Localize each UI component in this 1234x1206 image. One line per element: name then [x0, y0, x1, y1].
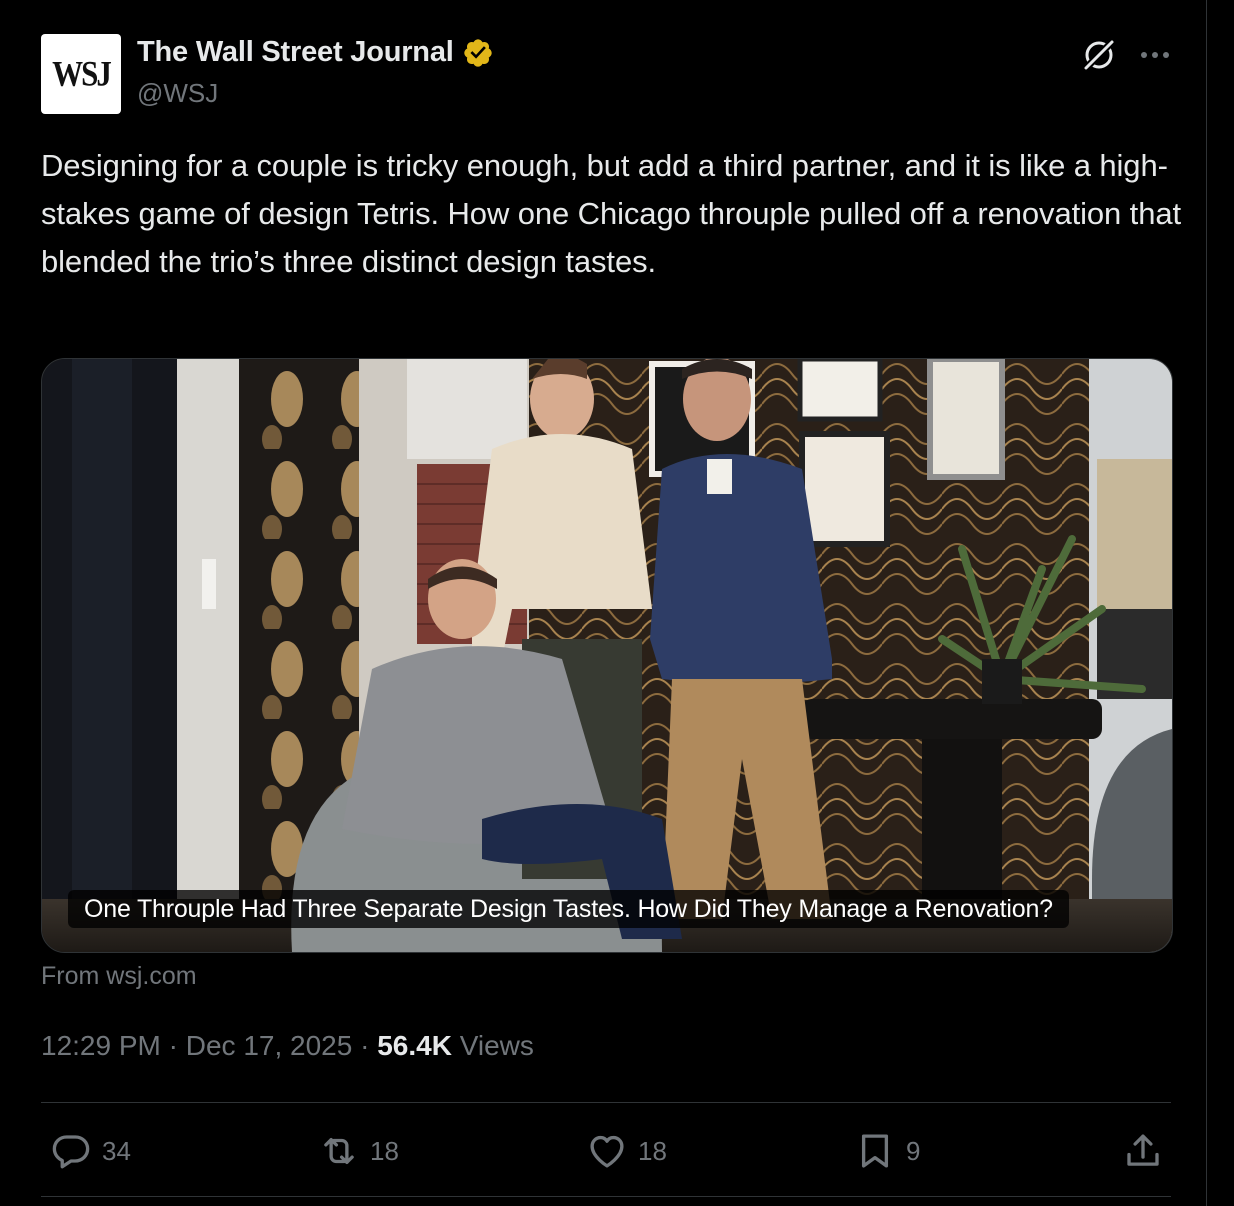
card-source[interactable]: From wsj.com	[41, 962, 197, 991]
reply-button[interactable]: 34	[50, 1129, 131, 1173]
views-label: Views	[459, 1030, 534, 1061]
verified-badge-icon	[463, 38, 492, 67]
card-headline: One Throuple Had Three Separate Design T…	[68, 890, 1069, 928]
heart-icon	[590, 1135, 624, 1168]
share-icon	[1127, 1134, 1159, 1166]
link-preview-card[interactable]: One Throuple Had Three Separate Design T…	[41, 358, 1173, 953]
more-options-button[interactable]	[1138, 38, 1172, 72]
bookmark-count: 9	[906, 1135, 921, 1166]
like-count: 18	[638, 1135, 667, 1166]
bookmark-button[interactable]: 9	[854, 1129, 920, 1173]
tweet-date[interactable]: Dec 17, 2025	[186, 1030, 353, 1061]
reply-count: 34	[102, 1135, 131, 1166]
repost-button[interactable]: 18	[318, 1129, 399, 1173]
grok-icon[interactable]	[1080, 36, 1118, 74]
article-photo	[42, 359, 1172, 952]
reply-icon	[52, 1135, 90, 1169]
share-button[interactable]	[1122, 1129, 1164, 1173]
more-icon	[1141, 52, 1169, 58]
tweet-text: Designing for a couple is tricky enough,…	[41, 148, 1181, 279]
divider	[41, 1196, 1171, 1197]
repost-icon	[324, 1137, 354, 1165]
author-name-row[interactable]: The Wall Street Journal	[137, 36, 494, 69]
meta-separator: ·	[168, 1030, 178, 1061]
column-border	[1206, 0, 1207, 1206]
author-handle[interactable]: @WSJ	[137, 78, 218, 109]
avatar-logo-text: WSJ	[52, 53, 112, 94]
bookmark-icon	[861, 1134, 889, 1168]
repost-count: 18	[370, 1135, 399, 1166]
like-button[interactable]: 18	[586, 1129, 667, 1173]
author-name[interactable]: The Wall Street Journal	[137, 36, 454, 69]
tweet-meta: 12:29 PM · Dec 17, 2025 · 56.4K Views	[41, 1030, 534, 1062]
tweet-time[interactable]: 12:29 PM	[41, 1030, 161, 1061]
avatar[interactable]: WSJ	[41, 34, 121, 114]
views-count: 56.4K	[377, 1030, 452, 1061]
divider	[41, 1102, 1171, 1103]
meta-separator: ·	[360, 1030, 370, 1061]
